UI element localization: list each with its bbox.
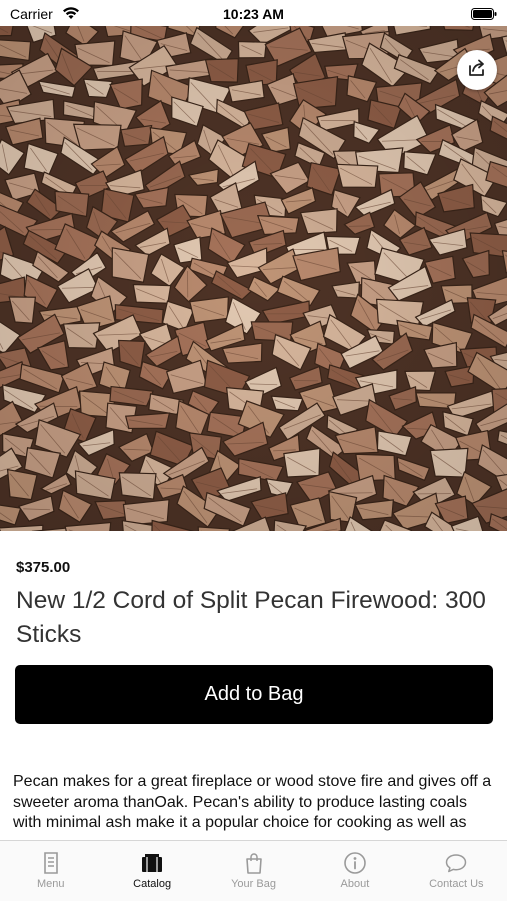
info-icon — [342, 850, 368, 876]
product-image — [0, 26, 507, 531]
tab-your-bag-label: Your Bag — [231, 878, 276, 890]
chat-bubble-icon — [443, 850, 469, 876]
battery-icon — [471, 7, 497, 19]
menu-document-icon — [38, 850, 64, 876]
tab-contact-us-label: Contact Us — [429, 878, 483, 890]
add-to-bag-button[interactable]: Add to Bag — [15, 665, 493, 724]
tab-contact-us[interactable]: Contact Us — [406, 841, 507, 901]
status-bar: Carrier 10:23 AM — [0, 0, 507, 26]
tab-catalog[interactable]: Catalog — [101, 841, 202, 901]
tab-about[interactable]: About — [304, 841, 405, 901]
product-price: $375.00 — [16, 559, 70, 576]
tab-menu-label: Menu — [37, 878, 65, 890]
share-button[interactable] — [457, 50, 497, 90]
product-description: Pecan makes for a great fireplace or woo… — [13, 772, 495, 834]
tab-menu[interactable]: Menu — [0, 841, 101, 901]
status-time: 10:23 AM — [0, 6, 507, 22]
firewood-photo — [0, 26, 507, 531]
share-icon — [466, 57, 488, 84]
tab-catalog-label: Catalog — [133, 878, 171, 890]
bag-icon — [241, 850, 267, 876]
catalog-icon — [139, 850, 165, 876]
product-title: New 1/2 Cord of Split Pecan Firewood: 30… — [16, 584, 494, 652]
tab-bar: Menu Catalog Your Bag Abou — [0, 840, 507, 901]
tab-about-label: About — [341, 878, 370, 890]
tab-your-bag[interactable]: Your Bag — [203, 841, 304, 901]
